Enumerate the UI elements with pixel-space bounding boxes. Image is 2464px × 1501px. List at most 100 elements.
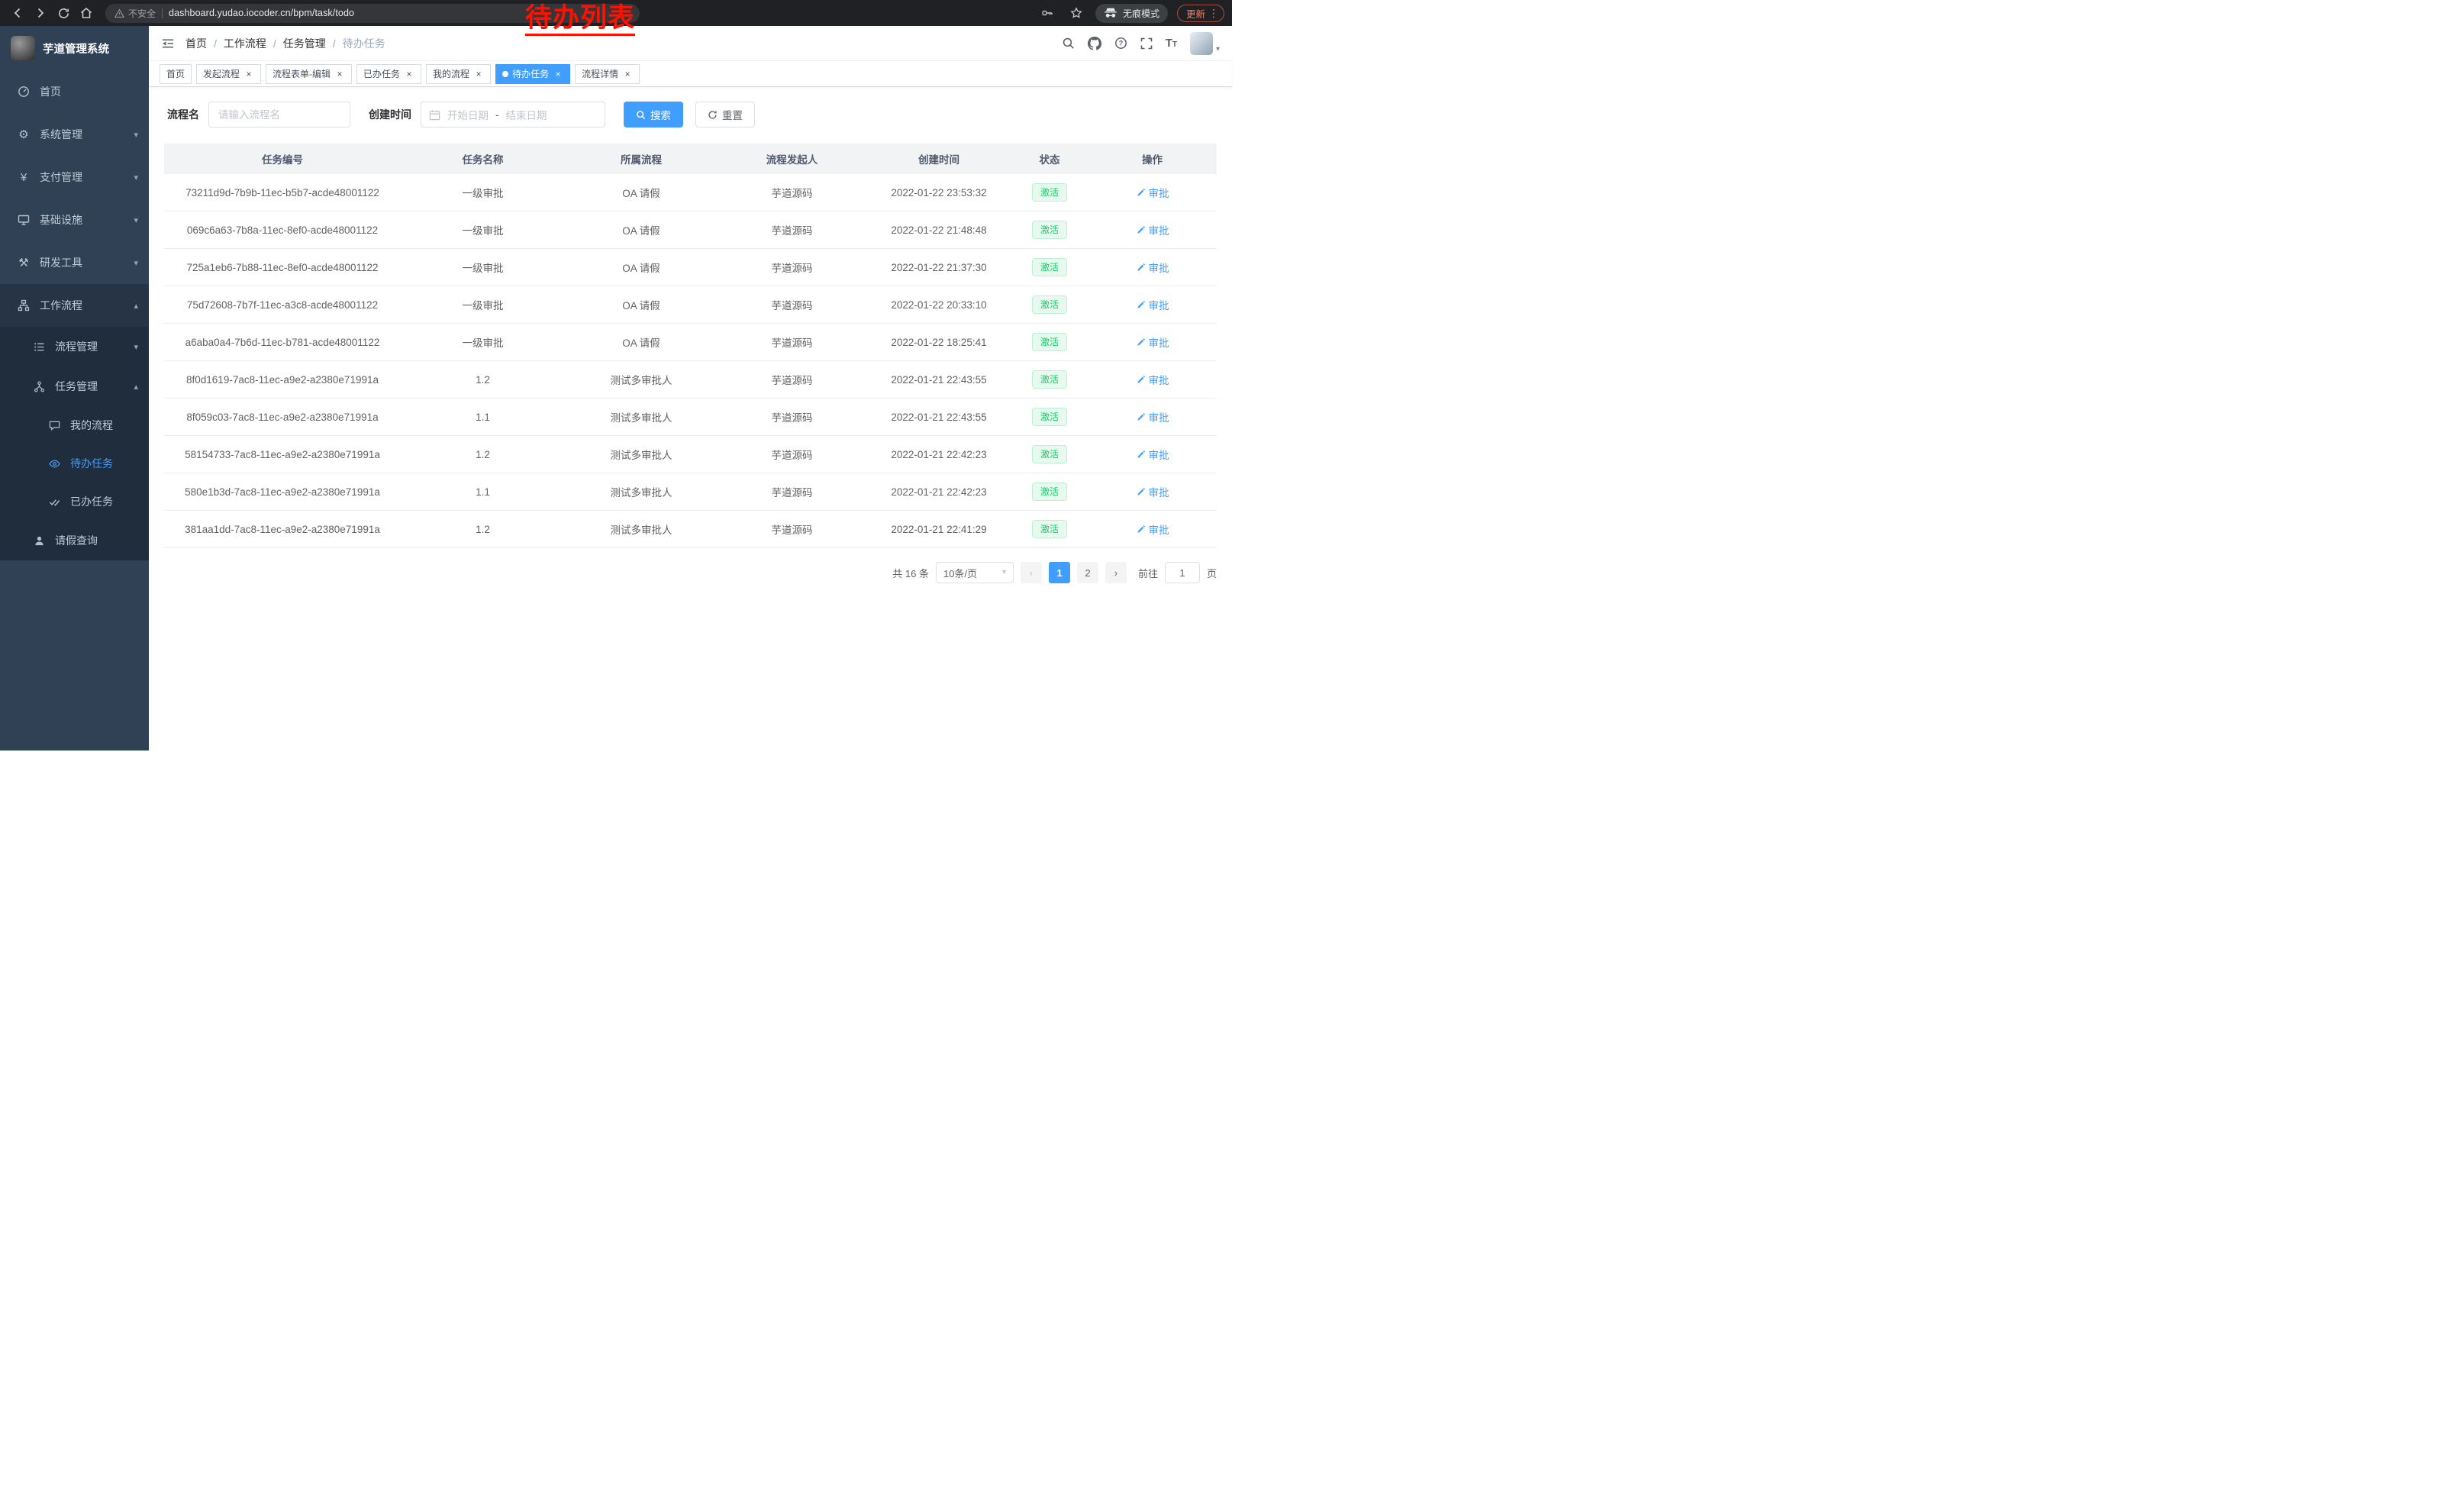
refresh-icon[interactable]: [53, 3, 73, 23]
page-size-select[interactable]: 10条/页 ▾: [936, 562, 1014, 583]
sidebar-item-workflow[interactable]: 工作流程 ▴: [0, 284, 149, 327]
reset-button[interactable]: 重置: [695, 102, 755, 128]
close-icon[interactable]: ×: [334, 69, 345, 79]
sidebar-item-home[interactable]: 首页: [0, 70, 149, 113]
address-bar[interactable]: 不安全 dashboard.yudao.iocoder.cn/bpm/task/…: [105, 4, 640, 23]
chat-icon: [47, 420, 61, 431]
close-icon[interactable]: ×: [553, 69, 563, 79]
double-check-icon: [47, 496, 61, 508]
cell-initiator: 芋道源码: [718, 484, 866, 499]
process-name-input[interactable]: [208, 102, 350, 128]
sidebar-item-payment[interactable]: ¥ 支付管理 ▾: [0, 156, 149, 199]
cell-action: 审批: [1088, 297, 1217, 312]
cell-create-time: 2022-01-22 21:37:30: [866, 262, 1011, 273]
close-icon[interactable]: ×: [473, 69, 484, 79]
tab-label: 待办任务: [512, 67, 549, 80]
menu-label: 流程管理: [55, 339, 98, 354]
cell-process: OA 请假: [565, 185, 718, 200]
security-status[interactable]: 不安全: [114, 7, 156, 20]
tab[interactable]: 流程表单-编辑 ×: [266, 64, 352, 84]
forward-icon[interactable]: [31, 3, 50, 23]
approve-link[interactable]: 审批: [1136, 372, 1169, 387]
back-icon[interactable]: [8, 3, 27, 23]
range-separator: -: [495, 109, 499, 121]
cell-action: 审批: [1088, 222, 1217, 237]
approve-link[interactable]: 审批: [1136, 185, 1169, 200]
sidebar-item-system[interactable]: ⚙ 系统管理 ▾: [0, 113, 149, 156]
app-title: 芋道管理系统: [43, 40, 109, 56]
page-button-1[interactable]: 1: [1049, 562, 1070, 583]
key-icon[interactable]: [1037, 3, 1057, 23]
cell-create-time: 2022-01-21 22:41:29: [866, 524, 1011, 535]
menu-label: 系统管理: [40, 127, 82, 142]
close-icon[interactable]: ×: [622, 69, 633, 79]
list-icon: [32, 341, 46, 353]
incognito-icon: [1104, 8, 1118, 18]
sidebar-item-leave-query[interactable]: 请假查询: [0, 521, 149, 560]
approve-link[interactable]: 审批: [1136, 222, 1169, 237]
breadcrumb-home[interactable]: 首页: [185, 36, 207, 51]
cell-task-name: 1.2: [401, 524, 565, 535]
approve-link[interactable]: 审批: [1136, 297, 1169, 312]
hamburger-icon[interactable]: [161, 37, 175, 50]
cell-status: 激活: [1011, 370, 1088, 389]
sidebar-item-devtools[interactable]: ⚒ 研发工具 ▾: [0, 241, 149, 284]
more-menu-icon[interactable]: ⋮: [1208, 7, 1219, 20]
cell-task-id: 73211d9d-7b9b-11ec-b5b7-acde48001122: [164, 187, 401, 199]
cell-task-id: 75d72608-7b7f-11ec-a3c8-acde48001122: [164, 299, 401, 311]
star-icon[interactable]: [1066, 3, 1086, 23]
next-page-button[interactable]: ›: [1105, 562, 1127, 583]
tab[interactable]: 流程详情 ×: [575, 64, 640, 84]
page-button-2[interactable]: 2: [1077, 562, 1098, 583]
incognito-badge[interactable]: 无痕模式: [1095, 4, 1168, 23]
table-body: 73211d9d-7b9b-11ec-b5b7-acde48001122 一级审…: [164, 174, 1217, 548]
search-icon[interactable]: [1062, 37, 1075, 50]
date-range-picker[interactable]: 开始日期 - 结束日期: [421, 102, 605, 128]
approve-link[interactable]: 审批: [1136, 260, 1169, 275]
tab[interactable]: 已办任务 ×: [356, 64, 421, 84]
avatar[interactable]: [1190, 32, 1213, 55]
approve-link[interactable]: 审批: [1136, 521, 1169, 537]
cell-status: 激活: [1011, 221, 1088, 240]
cell-task-name: 一级审批: [401, 334, 565, 350]
goto-page-input[interactable]: [1165, 562, 1200, 583]
prev-page-button[interactable]: ‹: [1021, 562, 1042, 583]
help-icon[interactable]: ?: [1114, 37, 1127, 50]
approve-link[interactable]: 审批: [1136, 447, 1169, 462]
tab[interactable]: 我的流程 ×: [426, 64, 491, 84]
table-header: 任务编号 任务名称 所属流程 流程发起人 创建时间 状态 操作: [164, 144, 1217, 174]
create-time-label: 创建时间: [369, 107, 411, 122]
approve-link[interactable]: 审批: [1136, 409, 1169, 424]
sidebar-item-task-management[interactable]: 任务管理 ▴: [0, 366, 149, 406]
tab-label: 已办任务: [363, 67, 400, 80]
process-name-label: 流程名: [167, 107, 199, 122]
tab[interactable]: 发起流程 ×: [196, 64, 261, 84]
sidebar-item-my-process[interactable]: 我的流程: [0, 406, 149, 444]
font-size-icon[interactable]: TT: [1166, 37, 1177, 49]
breadcrumb-workflow[interactable]: 工作流程: [224, 36, 266, 51]
edit-icon: [1136, 487, 1146, 497]
col-initiator: 流程发起人: [718, 151, 866, 166]
sidebar-item-todo-tasks[interactable]: 待办任务: [0, 444, 149, 483]
sidebar-item-done-tasks[interactable]: 已办任务: [0, 483, 149, 521]
user-menu[interactable]: ▾: [1190, 32, 1220, 55]
home-icon[interactable]: [76, 3, 96, 23]
tab[interactable]: 待办任务 ×: [495, 64, 570, 84]
close-icon[interactable]: ×: [404, 69, 414, 79]
breadcrumb-task-management[interactable]: 任务管理: [283, 36, 326, 51]
cell-task-name: 一级审批: [401, 185, 565, 200]
cell-status: 激活: [1011, 520, 1088, 539]
update-button[interactable]: 更新 ⋮: [1177, 5, 1224, 22]
github-icon[interactable]: [1088, 37, 1101, 50]
tab[interactable]: 首页: [160, 64, 192, 84]
sidebar-item-infrastructure[interactable]: 基础设施 ▾: [0, 199, 149, 241]
pagination: 共 16 条 10条/页 ▾ ‹ 1 2 › 前往 页: [164, 562, 1217, 583]
approve-link[interactable]: 审批: [1136, 334, 1169, 350]
close-icon[interactable]: ×: [243, 69, 254, 79]
search-button[interactable]: 搜索: [624, 102, 683, 128]
fullscreen-icon[interactable]: [1140, 37, 1153, 50]
cell-task-id: 381aa1dd-7ac8-11ec-a9e2-a2380e71991a: [164, 524, 401, 535]
status-badge: 激活: [1032, 520, 1067, 539]
approve-link[interactable]: 审批: [1136, 484, 1169, 499]
sidebar-item-process-management[interactable]: 流程管理 ▾: [0, 327, 149, 366]
